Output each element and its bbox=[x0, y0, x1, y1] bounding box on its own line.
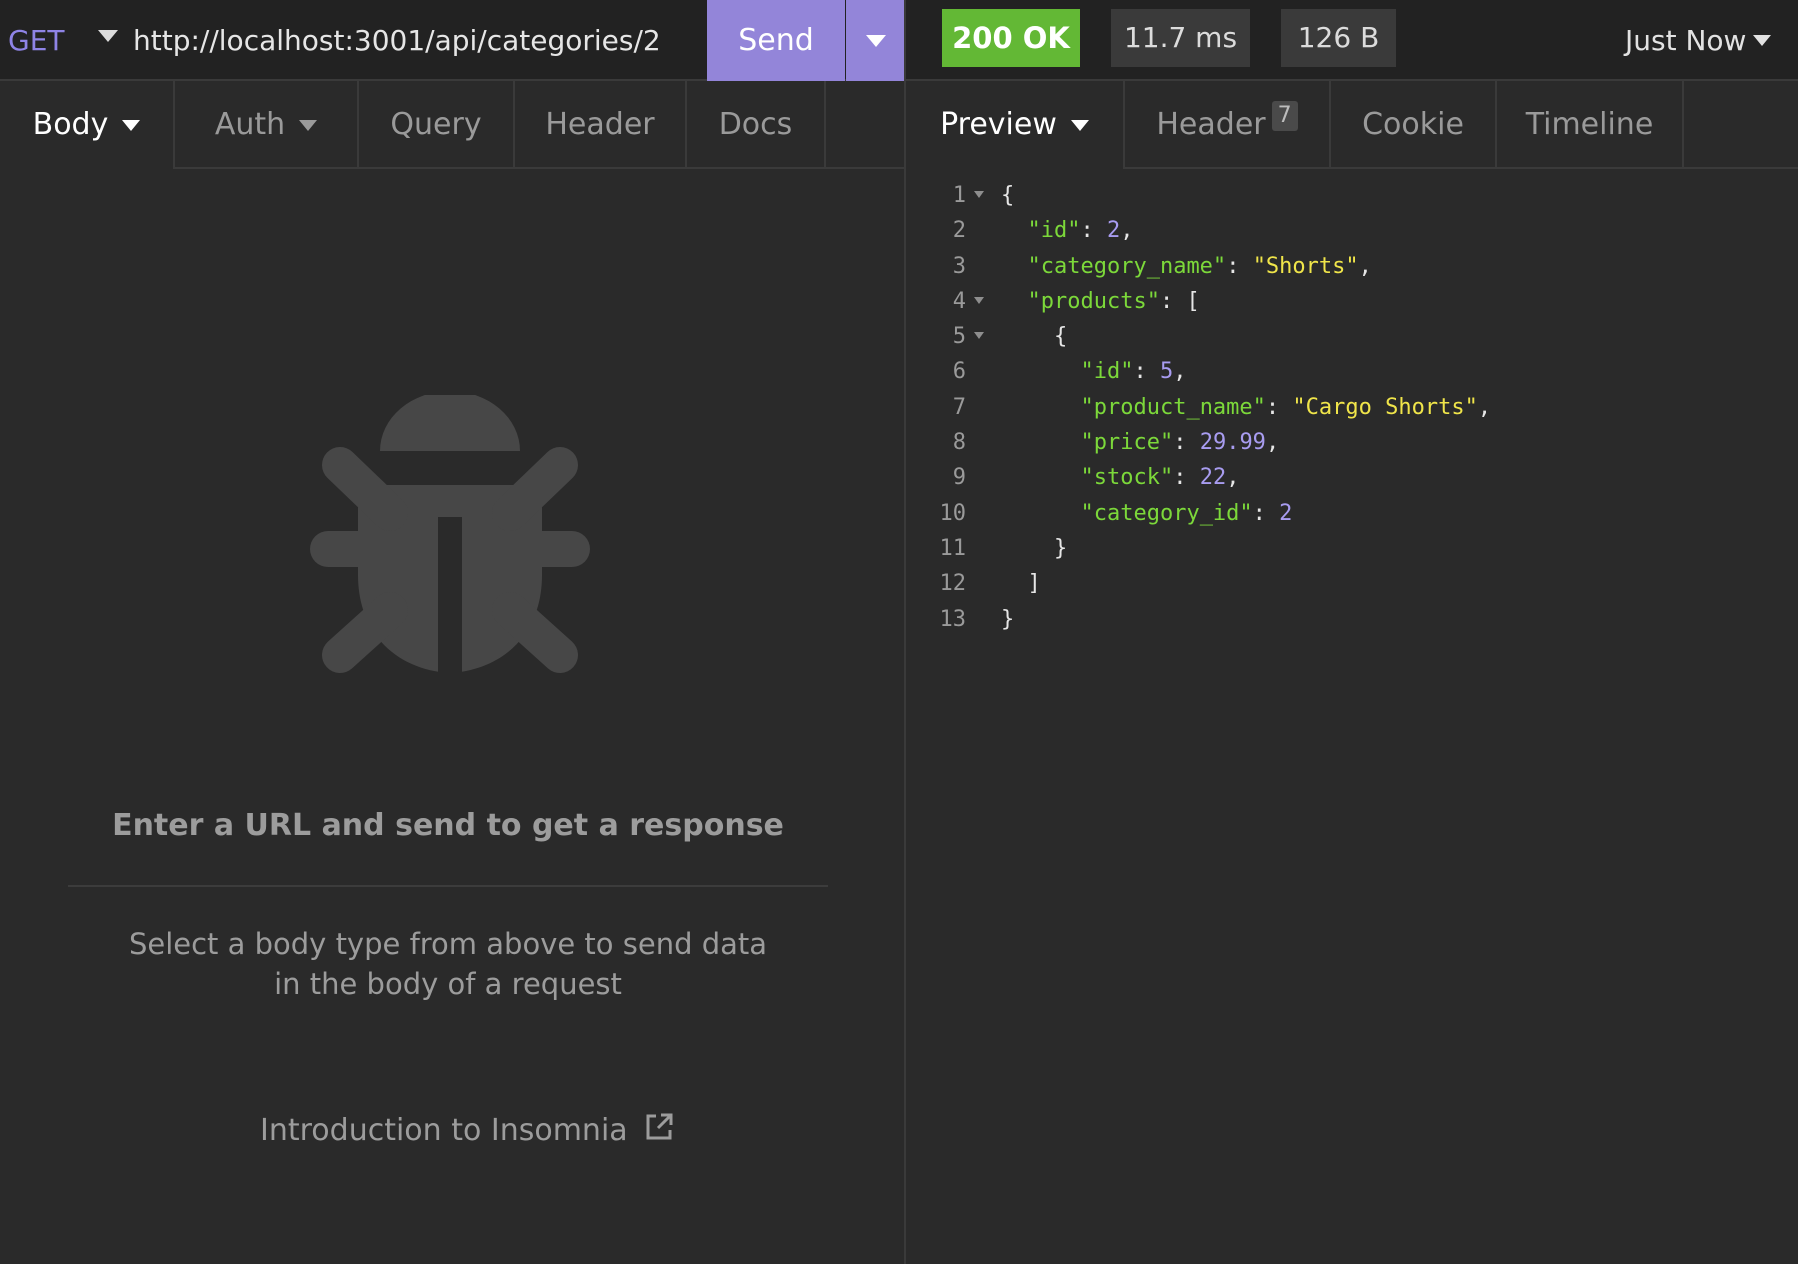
code-line: 6 "id": 5, bbox=[906, 354, 1798, 389]
request-tabs: Body Auth Query Header Docs bbox=[0, 81, 904, 169]
code-line: 9 "stock": 22, bbox=[906, 460, 1798, 495]
http-method-selector[interactable]: GET bbox=[8, 0, 65, 81]
json-key: "products" bbox=[1027, 288, 1160, 314]
tab-preview[interactable]: Preview bbox=[906, 81, 1123, 169]
chevron-down-icon[interactable] bbox=[1753, 35, 1771, 46]
response-history-dropdown[interactable]: Just Now bbox=[1625, 0, 1746, 81]
response-time-badge: 11.7 ms bbox=[1111, 9, 1250, 67]
json-punct: { bbox=[1001, 183, 1015, 208]
json-punct: [ bbox=[1186, 288, 1200, 314]
request-body-empty-state bbox=[0, 169, 904, 1264]
send-options-button[interactable] bbox=[846, 0, 905, 81]
tab-docs[interactable]: Docs bbox=[685, 81, 824, 169]
tab-auth-label: Auth bbox=[214, 107, 286, 142]
json-key: "stock" bbox=[1080, 465, 1174, 491]
code-line: 10 "category_id": 2 bbox=[906, 496, 1798, 531]
tab-query-label: Query bbox=[390, 107, 482, 142]
tab-docs-label: Docs bbox=[718, 107, 793, 142]
header-count-badge: 7 bbox=[1271, 101, 1298, 131]
json-key: "category_name" bbox=[1027, 253, 1227, 279]
empty-state-divider bbox=[68, 885, 828, 887]
json-key: "category_id" bbox=[1080, 500, 1253, 526]
json-number: 29.99 bbox=[1199, 430, 1266, 456]
chevron-down-icon bbox=[866, 35, 886, 47]
json-number: 2 bbox=[1279, 500, 1293, 526]
url-input[interactable]: http://localhost:3001/api/categories/2 bbox=[133, 0, 661, 81]
code-line: 11 } bbox=[906, 531, 1798, 566]
tab-cookie-label: Cookie bbox=[1362, 107, 1464, 142]
json-number: 2 bbox=[1106, 218, 1121, 244]
status-badge: 200 OK bbox=[942, 9, 1080, 67]
introduction-link-label: Introduction to Insomnia bbox=[260, 1113, 628, 1148]
json-string: "Shorts" bbox=[1252, 253, 1359, 279]
fold-arrow-icon[interactable] bbox=[974, 296, 984, 304]
json-key: "product_name" bbox=[1080, 394, 1266, 420]
line-number: 3 bbox=[952, 253, 966, 279]
introduction-link[interactable]: Introduction to Insomnia bbox=[260, 1112, 674, 1148]
code-line: 7 "product_name": "Cargo Shorts", bbox=[906, 390, 1798, 425]
line-number: 11 bbox=[939, 535, 967, 561]
empty-state-title: Enter a URL and send to get a response bbox=[112, 808, 784, 843]
json-string: "Cargo Shorts" bbox=[1292, 394, 1478, 420]
line-number: 8 bbox=[952, 430, 966, 456]
tab-preview-label: Preview bbox=[940, 107, 1057, 142]
code-line: 5 { bbox=[906, 319, 1798, 354]
tab-response-header[interactable]: Header 7 bbox=[1123, 81, 1329, 169]
line-number: 12 bbox=[939, 571, 967, 597]
json-key: "price" bbox=[1080, 430, 1174, 456]
tab-body-label: Body bbox=[32, 107, 109, 142]
chevron-down-icon bbox=[122, 120, 141, 131]
line-number: 10 bbox=[939, 500, 967, 526]
code-line: 13} bbox=[906, 602, 1798, 637]
json-key: "id" bbox=[1027, 218, 1081, 244]
line-number: 6 bbox=[952, 359, 966, 385]
tab-bar-filler bbox=[1682, 81, 1798, 169]
code-line: 1{ bbox=[906, 178, 1798, 213]
line-number: 5 bbox=[952, 324, 966, 350]
json-key: "id" bbox=[1080, 359, 1134, 385]
json-punct: } bbox=[1053, 535, 1068, 561]
json-punct: { bbox=[1053, 324, 1068, 350]
fold-arrow-icon[interactable] bbox=[974, 191, 984, 198]
line-number: 2 bbox=[952, 218, 966, 244]
tab-response-header-label: Header bbox=[1156, 107, 1266, 142]
empty-state-hint: Select a body type from above to send da… bbox=[128, 927, 768, 1001]
tab-header-label: Header bbox=[545, 107, 655, 142]
json-number: 22 bbox=[1199, 465, 1227, 491]
line-number: 1 bbox=[952, 183, 966, 208]
json-number: 5 bbox=[1159, 359, 1174, 385]
code-line: 3 "category_name": "Shorts", bbox=[906, 249, 1798, 284]
send-button[interactable]: Send bbox=[707, 0, 845, 81]
line-number: 4 bbox=[952, 288, 966, 314]
response-tabs: Preview Header 7 Cookie Timeline bbox=[906, 81, 1798, 169]
tab-cookie[interactable]: Cookie bbox=[1329, 81, 1495, 169]
tab-header[interactable]: Header bbox=[513, 81, 685, 169]
tab-timeline-label: Timeline bbox=[1525, 107, 1654, 142]
bug-icon bbox=[310, 395, 590, 677]
line-number: 7 bbox=[952, 394, 966, 420]
external-link-icon bbox=[646, 1113, 673, 1140]
line-number: 9 bbox=[952, 465, 966, 491]
tab-body[interactable]: Body bbox=[0, 81, 173, 169]
json-punct: } bbox=[1001, 606, 1015, 632]
code-line: 4 "products": [ bbox=[906, 284, 1798, 319]
chevron-down-icon bbox=[299, 120, 318, 131]
tab-timeline[interactable]: Timeline bbox=[1495, 81, 1682, 169]
chevron-down-icon[interactable] bbox=[98, 30, 118, 42]
chevron-down-icon bbox=[1070, 120, 1089, 131]
tab-query[interactable]: Query bbox=[357, 81, 513, 169]
line-number: 13 bbox=[939, 606, 967, 632]
tab-bar-filler bbox=[824, 81, 904, 169]
response-size-badge: 126 B bbox=[1281, 9, 1396, 67]
code-line: 8 "price": 29.99, bbox=[906, 425, 1798, 460]
code-line: 2 "id": 2, bbox=[906, 213, 1798, 248]
code-line: 12 ] bbox=[906, 566, 1798, 601]
tab-auth[interactable]: Auth bbox=[173, 81, 357, 169]
json-preview[interactable]: 1{ 2 "id": 2, 3 "category_name": "Shorts… bbox=[906, 178, 1798, 637]
fold-arrow-icon[interactable] bbox=[974, 332, 984, 340]
json-punct: ] bbox=[1027, 571, 1041, 597]
